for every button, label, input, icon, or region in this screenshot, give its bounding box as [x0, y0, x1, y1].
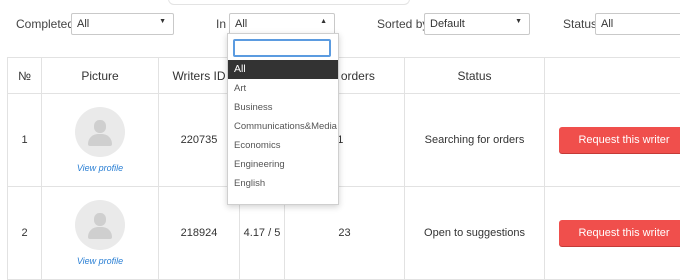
status-text: Searching for orders	[405, 94, 545, 187]
picture-cell: View profile	[42, 94, 159, 187]
dropdown-option[interactable]: All	[228, 60, 338, 79]
chevron-down-icon: ▼	[515, 18, 522, 25]
dropdown-option[interactable]: Engineering	[228, 155, 338, 174]
view-profile-link[interactable]: View profile	[42, 256, 158, 266]
action-cell: Request this writer	[545, 94, 680, 187]
status-text: Open to suggestions	[405, 187, 545, 280]
table-row: 1 View profile 220735 231 Searching for …	[8, 94, 680, 187]
writers-table: № Picture Writers ID eted orders Status …	[7, 57, 680, 280]
picture-cell: View profile	[42, 187, 159, 280]
dropdown-option[interactable]: English	[228, 174, 338, 193]
in-label: In	[216, 17, 226, 31]
dropdown-option[interactable]: Business	[228, 98, 338, 117]
filter-bar: Completed All ▼ In All ▲ Sorted by Defau…	[0, 0, 680, 50]
header-status: Status	[405, 58, 545, 94]
dropdown-search-input[interactable]	[233, 39, 331, 57]
table-header-row: № Picture Writers ID eted orders Status	[8, 58, 680, 94]
row-number: 1	[8, 94, 42, 187]
completed-select-value: All	[77, 18, 89, 30]
header-action	[545, 58, 680, 94]
status-label: Status	[563, 17, 597, 31]
avatar-placeholder-icon	[75, 107, 125, 157]
header-picture: Picture	[42, 58, 159, 94]
completed-label: Completed	[16, 17, 74, 31]
request-writer-button[interactable]: Request this writer	[559, 127, 680, 153]
in-dropdown-menu: All Art Business Communications&Media Ec…	[227, 33, 339, 205]
row-number: 2	[8, 187, 42, 280]
avatar-placeholder-icon	[75, 200, 125, 250]
view-profile-link[interactable]: View profile	[42, 163, 158, 173]
dropdown-options: All Art Business Communications&Media Ec…	[228, 60, 338, 193]
in-select[interactable]: All ▲	[229, 13, 335, 35]
request-writer-button[interactable]: Request this writer	[559, 220, 680, 246]
chevron-up-icon: ▲	[320, 18, 327, 25]
sorted-by-label: Sorted by	[377, 17, 428, 31]
chevron-down-icon: ▼	[159, 18, 166, 25]
table-row: 2 View profile 218924 4.17 / 5 23 Open t…	[8, 187, 680, 280]
header-number: №	[8, 58, 42, 94]
dropdown-option[interactable]: Economics	[228, 136, 338, 155]
status-select[interactable]: All	[595, 13, 680, 35]
action-cell: Request this writer	[545, 187, 680, 280]
status-select-value: All	[601, 18, 613, 30]
sorted-by-select-value: Default	[430, 18, 465, 30]
completed-select[interactable]: All ▼	[71, 13, 174, 35]
dropdown-option[interactable]: Communications&Media	[228, 117, 338, 136]
in-select-value: All	[235, 18, 247, 30]
dropdown-option[interactable]: Art	[228, 79, 338, 98]
sorted-by-select[interactable]: Default ▼	[424, 13, 530, 35]
